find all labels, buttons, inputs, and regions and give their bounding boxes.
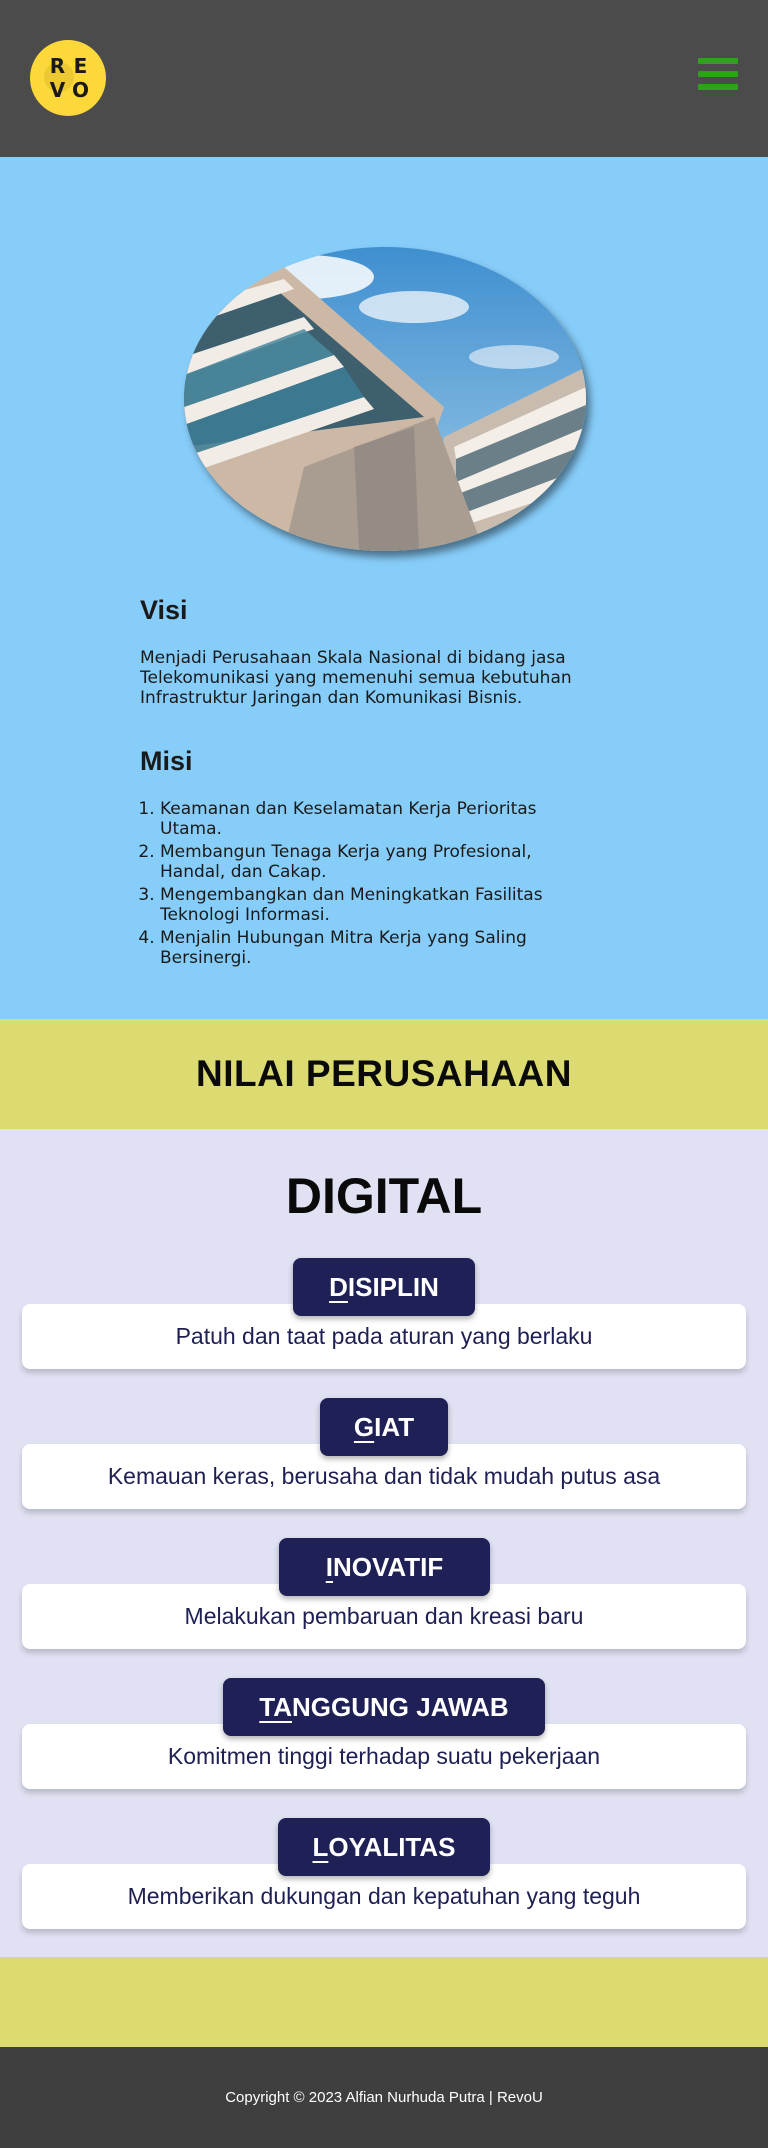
site-footer: Copyright © 2023 Alfian Nurhuda Putra | … <box>0 2047 768 2148</box>
value-description: Patuh dan taat pada aturan yang berlaku <box>175 1323 593 1349</box>
visi-title: Visi <box>140 595 188 625</box>
value-description: Kemauan keras, berusaha dan tidak mudah … <box>107 1463 661 1489</box>
visi-text: Menjadi Perusahaan Skala Nasional di bid… <box>140 648 572 708</box>
hamburger-menu-icon[interactable] <box>698 58 738 95</box>
hero-section: Visi Menjadi Perusahaan Skala Nasional d… <box>0 157 768 1019</box>
badge-initial: G <box>353 1411 375 1442</box>
badge-rest: IAT <box>374 1411 415 1442</box>
misi-item: Mengembangkan dan Meningkatkan Fasilitas… <box>160 885 600 925</box>
menu-bar <box>698 84 738 90</box>
values-section: DIGITAL Patuh dan taat pada aturan yang … <box>0 1129 768 1957</box>
value-description: Komitmen tinggi terhadap suatu pekerjaan <box>167 1743 601 1769</box>
value-badge-tanggung-jawab[interactable]: TA NGGUNG JAWAB <box>223 1678 545 1736</box>
value-description: Melakukan pembaruan dan kreasi baru <box>184 1603 584 1629</box>
nilai-perusahaan-band: NILAI PERUSAHAAN <box>0 1019 768 1129</box>
building-illustration <box>184 247 586 551</box>
visi-misi: Visi Menjadi Perusahaan Skala Nasional d… <box>140 595 600 971</box>
logo-letter: O <box>71 78 89 102</box>
value-badge-giat[interactable]: G IAT <box>320 1398 448 1456</box>
value-description: Memberikan dukungan dan kepatuhan yang t… <box>127 1883 641 1909</box>
decorative-band <box>0 1957 768 2047</box>
misi-title: Misi <box>140 746 193 776</box>
site-header: R E V O <box>0 0 768 157</box>
nilai-title: NILAI PERUSAHAAN <box>196 1053 572 1094</box>
building-photo <box>184 247 586 551</box>
misi-item: Membangun Tenaga Kerja yang Profesional,… <box>160 842 600 882</box>
badge-rest: OYALITAS <box>328 1831 456 1862</box>
values-acronym: DIGITAL <box>285 1168 483 1224</box>
badge-initial: TA <box>259 1691 293 1722</box>
badge-initial: D <box>329 1271 348 1302</box>
logo-letter: R <box>49 54 66 78</box>
misi-item: Keamanan dan Keselamatan Kerja Periorita… <box>160 799 600 839</box>
badge-rest: ISIPLIN <box>347 1271 439 1302</box>
logo-letters: R E V O <box>46 54 92 102</box>
menu-bar <box>698 58 738 64</box>
misi-list: Keamanan dan Keselamatan Kerja Periorita… <box>140 799 600 968</box>
value-badge-disiplin[interactable]: D ISIPLIN <box>293 1258 475 1316</box>
revo-logo[interactable]: R E V O <box>30 40 106 116</box>
menu-bar <box>698 71 738 77</box>
badge-initial: L <box>312 1831 329 1862</box>
value-badge-inovatif[interactable]: I NOVATIF <box>279 1538 490 1596</box>
badge-rest: NOVATIF <box>332 1551 444 1582</box>
misi-item: Menjalin Hubungan Mitra Kerja yang Salin… <box>160 928 600 968</box>
value-badge-loyalitas[interactable]: L OYALITAS <box>278 1818 490 1876</box>
logo-letter: V <box>49 78 66 102</box>
badge-initial: I <box>325 1551 333 1582</box>
copyright-text: Copyright © 2023 Alfian Nurhuda Putra | … <box>225 2089 543 2106</box>
logo-letter: E <box>73 54 88 78</box>
badge-rest: NGGUNG JAWAB <box>292 1691 509 1722</box>
